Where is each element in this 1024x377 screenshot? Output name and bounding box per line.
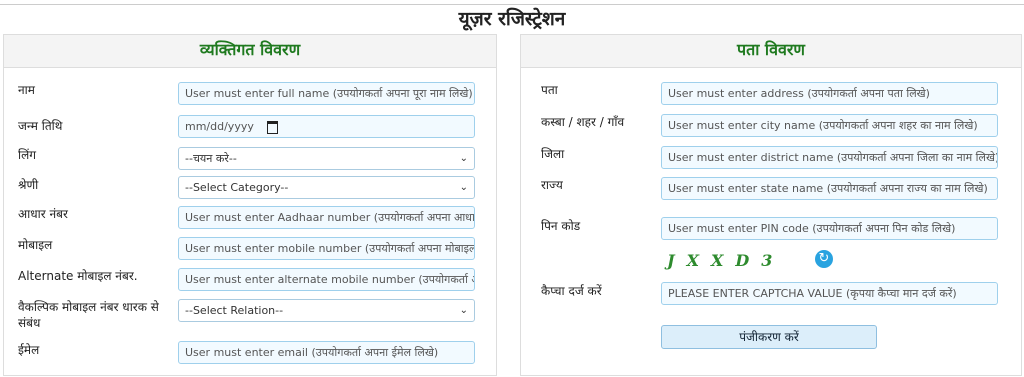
mobile-label: मोबाइल <box>18 238 53 252</box>
state-label: राज्य <box>541 178 563 192</box>
alt-mobile-input[interactable]: User must enter alternate mobile number … <box>178 268 475 291</box>
address-input[interactable]: User must enter address (उपयोगकर्ता अपना… <box>661 82 998 105</box>
pin-label: पिन कोड <box>541 219 581 233</box>
address-details-panel: पता विवरण पता User must enter address (उ… <box>520 34 1022 376</box>
personal-details-panel: व्यक्तिगत विवरण नाम User must enter full… <box>3 34 497 376</box>
name-input[interactable]: User must enter full name (उपयोगकर्ता अप… <box>178 82 475 105</box>
chevron-down-icon: ⌄ <box>459 182 468 193</box>
district-label: जिला <box>541 147 565 161</box>
relation-selected: --Select Relation-- <box>185 304 284 317</box>
email-input[interactable]: User must enter email (उपयोगकर्ता अपना ई… <box>178 341 475 364</box>
captcha-image: JXXD3 <box>667 251 785 270</box>
relation-select[interactable]: --Select Relation-- ⌄ <box>178 299 475 322</box>
register-button[interactable]: पंजीकरण करें <box>661 325 877 349</box>
email-label: ईमेल <box>18 343 40 357</box>
calendar-icon[interactable] <box>267 121 278 134</box>
gender-label: लिंग <box>18 148 37 162</box>
mobile-input[interactable]: User must enter mobile number (उपयोगकर्त… <box>178 237 475 260</box>
relation-label: वैकल्पिक मोबाइल नंबर धारक से संबंध <box>18 300 159 330</box>
gender-selected: --चयन करे-- <box>185 152 237 165</box>
chevron-down-icon: ⌄ <box>459 153 468 164</box>
captcha-input[interactable]: PLEASE ENTER CAPTCHA VALUE (कृपया कैप्चा… <box>661 282 998 305</box>
state-input[interactable]: User must enter state name (उपयोगकर्ता अ… <box>661 177 998 200</box>
chevron-down-icon: ⌄ <box>459 305 468 316</box>
name-label: नाम <box>18 83 35 97</box>
address-label: पता <box>541 83 558 97</box>
city-label: कस्बा / शहर / गाँव <box>541 115 625 129</box>
captcha-label: कैप्चा दर्ज करें <box>541 284 602 298</box>
alt-mobile-label: Alternate मोबाइल नंबर. <box>18 269 138 283</box>
refresh-icon[interactable]: ↻ <box>815 250 833 268</box>
gender-select[interactable]: --चयन करे-- ⌄ <box>178 147 475 170</box>
category-selected: --Select Category-- <box>185 181 289 194</box>
aadhaar-input[interactable]: User must enter Aadhaar number (उपयोगकर्… <box>178 206 475 229</box>
address-details-heading: पता विवरण <box>521 35 1021 68</box>
dob-label: जन्म तिथि <box>18 119 63 133</box>
dob-input[interactable]: mm/dd/yyyy <box>178 115 475 138</box>
category-label: श्रेणी <box>18 178 39 192</box>
aadhaar-label: आधार नंबर <box>18 207 68 221</box>
district-input[interactable]: User must enter district name (उपयोगकर्त… <box>661 146 998 169</box>
category-select[interactable]: --Select Category-- ⌄ <box>178 176 475 199</box>
pin-input[interactable]: User must enter PIN code (उपयोगकर्ता अपन… <box>661 217 998 240</box>
page-title: यूज़र रजिस्ट्रेशन <box>458 8 566 30</box>
personal-details-heading: व्यक्तिगत विवरण <box>4 35 496 68</box>
dob-placeholder: mm/dd/yyyy <box>185 120 254 133</box>
city-input[interactable]: User must enter city name (उपयोगकर्ता अप… <box>661 114 998 137</box>
